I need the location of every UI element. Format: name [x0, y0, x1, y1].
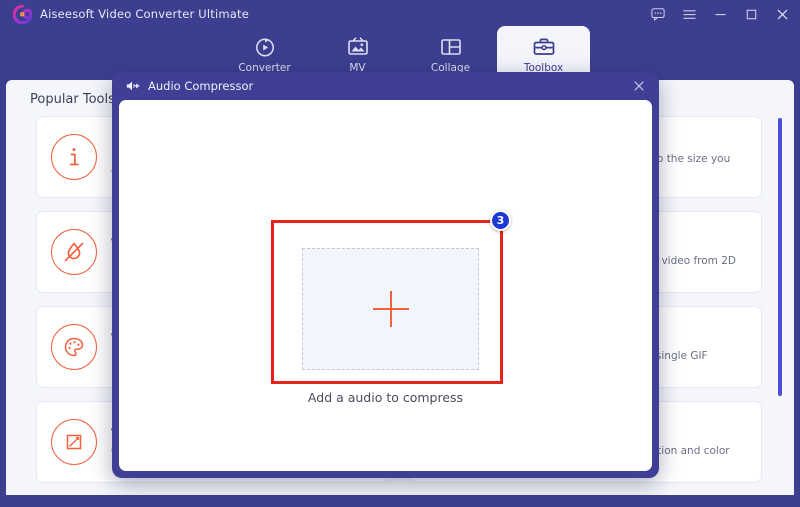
audio-compressor-dialog: Audio Compressor 3 Add a audio to compre… — [112, 72, 659, 478]
audio-dropzone[interactable] — [302, 248, 479, 370]
close-icon[interactable] — [631, 78, 647, 94]
mv-icon — [346, 35, 370, 59]
feedback-icon[interactable] — [650, 6, 666, 22]
collage-icon — [439, 35, 463, 59]
dialog-body: 3 Add a audio to compress — [119, 100, 652, 471]
dialog-title: Audio Compressor — [148, 79, 254, 93]
aiseesoft-logo-icon — [12, 4, 33, 25]
application-window: Aiseesoft Video Converter Ultimate Conve… — [0, 0, 800, 507]
converter-icon — [253, 35, 277, 59]
palette-icon — [51, 324, 97, 370]
scrollbar-thumb[interactable] — [778, 118, 782, 396]
volume-plus-icon — [126, 79, 141, 93]
menu-icon[interactable] — [681, 6, 697, 22]
maximize-icon[interactable] — [743, 6, 759, 22]
title-bar: Aiseesoft Video Converter Ultimate — [0, 0, 800, 28]
page-title: Popular Tools — [30, 92, 115, 107]
step-badge-3: 3 — [490, 210, 511, 231]
plus-icon — [372, 291, 409, 327]
crop-icon — [51, 419, 97, 465]
window-controls — [650, 0, 790, 28]
info-circle-icon — [51, 134, 97, 180]
app-title: Aiseesoft Video Converter Ultimate — [40, 7, 249, 21]
dropzone-caption: Add a audio to compress — [307, 390, 464, 405]
watermark-remover-icon — [51, 229, 97, 275]
dialog-header: Audio Compressor — [112, 72, 659, 100]
minimize-icon[interactable] — [712, 6, 728, 22]
scrollbar-track[interactable] — [778, 108, 782, 468]
bottom-strip — [0, 495, 800, 507]
toolbox-icon — [532, 35, 556, 59]
close-icon[interactable] — [774, 6, 790, 22]
step-badge-label: 3 — [496, 214, 505, 227]
